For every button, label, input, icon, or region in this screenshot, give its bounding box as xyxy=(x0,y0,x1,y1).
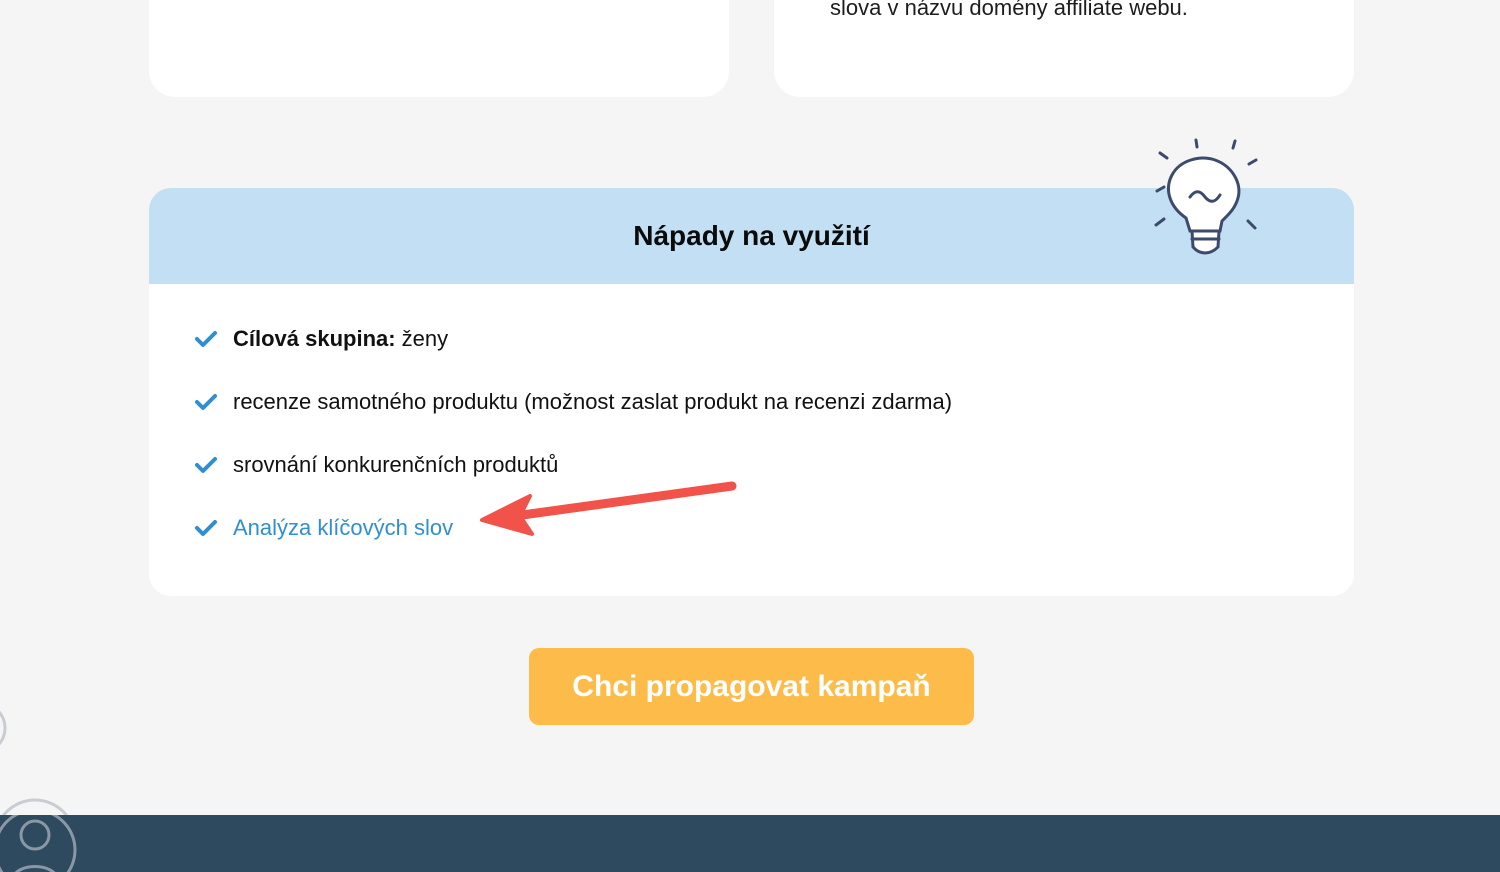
red-arrow-annotation xyxy=(480,481,737,536)
check-icon xyxy=(195,457,217,473)
check-icon xyxy=(195,394,217,410)
idea-item-keyword-analysis: Analýza klíčových slov xyxy=(195,515,453,541)
idea-item-target-group: Cílová skupina: ženy xyxy=(195,326,448,352)
lightbulb-icon xyxy=(1154,138,1258,255)
user-avatar-icon xyxy=(0,815,77,872)
idea-item-text: ženy xyxy=(401,326,449,351)
idea-item-product-review: recenze samotného produktu (možnost zasl… xyxy=(195,389,952,415)
check-icon xyxy=(195,520,217,536)
idea-item-text: recenze samotného produktu (možnost zasl… xyxy=(233,389,953,414)
idea-item-label: Cílová skupina: xyxy=(233,326,396,351)
feature-card-left xyxy=(149,0,729,97)
card-right-text: slova v názvu domény affiliate webu. xyxy=(830,0,1188,20)
ideas-title: Nápady na využití xyxy=(633,220,870,251)
feature-card-right: slova v názvu domény affiliate webu. xyxy=(774,0,1354,97)
check-icon xyxy=(195,331,217,347)
keyword-analysis-link[interactable]: Analýza klíčových slov xyxy=(233,515,453,541)
footer xyxy=(0,815,1500,872)
promote-campaign-button[interactable]: Chci propagovat kampaň xyxy=(529,648,974,725)
